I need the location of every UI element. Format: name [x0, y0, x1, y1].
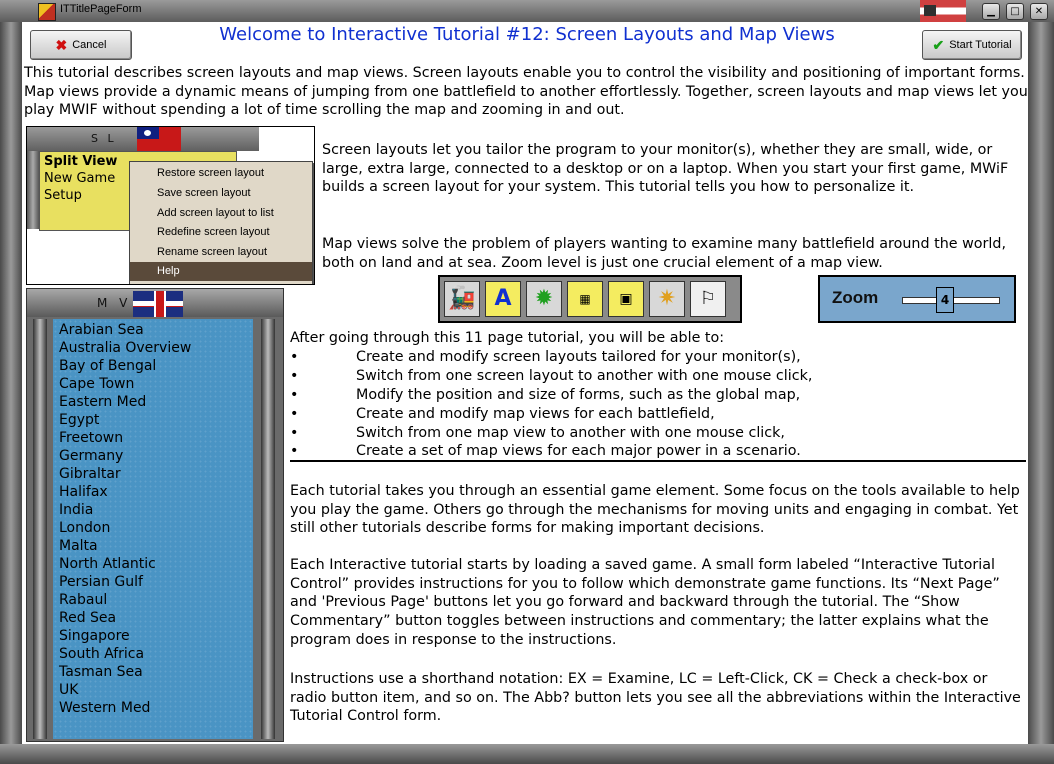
sun-icon: ✷ — [649, 281, 685, 317]
minimize-button[interactable]: ▁ — [982, 3, 1000, 20]
maximize-button[interactable]: □ — [1006, 3, 1024, 20]
cancel-label: Cancel — [72, 39, 107, 51]
title-bar: ITTitlePageForm ▁ □ ✕ — [0, 0, 1054, 23]
window-frame-right — [1028, 22, 1054, 764]
map-view-rail — [261, 319, 275, 739]
map-view-list: Arabian Sea Australia Overview Bay of Beng… — [53, 319, 253, 739]
section-divider — [290, 460, 1026, 462]
after-paragraph: After going through this 11 page tutoria… — [290, 330, 725, 346]
map-view-item: Eastern Med — [59, 394, 147, 410]
map-view-item: Freetown — [59, 430, 124, 446]
context-menu-item: Restore screen layout — [157, 167, 264, 179]
mapviews-paragraph: Map views solve the problem of players w… — [322, 236, 1007, 271]
split-view-image: S L Split View New Game Setup Restore sc… — [26, 126, 315, 285]
grid-2-icon: ▣ — [608, 281, 644, 317]
app-icon — [38, 3, 56, 21]
intro-paragraph: This tutorial describes screen layouts a… — [24, 65, 1028, 119]
letter-a-icon: A — [485, 281, 521, 317]
window-frame-left — [0, 22, 22, 764]
map-view-item: Rabaul — [59, 592, 108, 608]
map-view-item: Red Sea — [59, 610, 117, 626]
map-view-item: Malta — [59, 538, 98, 554]
page-title: Welcome to Interactive Tutorial #12: Scr… — [219, 24, 835, 45]
map-view-image: M V Arabian Sea Australia Overview Bay of … — [26, 288, 284, 742]
gear-icon: ✹ — [526, 281, 562, 317]
close-button[interactable]: ✕ — [1030, 3, 1048, 20]
map-view-item: South Africa — [59, 646, 145, 662]
context-menu-item: Help — [130, 262, 312, 281]
map-view-item: UK — [59, 682, 79, 698]
cancel-button[interactable]: ✖ Cancel — [30, 30, 132, 60]
split-view-rail — [27, 151, 39, 229]
context-menu-item: Save screen layout — [157, 187, 251, 199]
context-menu-item: Rename screen layout — [157, 246, 268, 258]
zoom-label: Zoom — [832, 288, 879, 307]
map-view-item: North Atlantic — [59, 556, 156, 572]
map-view-item: Western Med — [59, 700, 151, 716]
map-view-item: India — [59, 502, 94, 518]
train-icon: 🚂 — [444, 281, 480, 317]
checkmark-icon: ✔ — [932, 36, 945, 53]
map-view-caption: M V — [97, 296, 132, 310]
zoom-control-image: Zoom 4 — [818, 275, 1016, 323]
map-view-item: Bay of Bengal — [59, 358, 157, 374]
window-title: ITTitlePageForm — [60, 3, 142, 15]
split-view-item: Setup — [44, 188, 82, 203]
context-menu: Restore screen layout Save screen layout… — [129, 161, 313, 284]
map-view-item: Cape Town — [59, 376, 135, 392]
map-view-item: Tasman Sea — [59, 664, 143, 680]
map-view-item: Singapore — [59, 628, 130, 644]
map-view-titlebar: M V — [27, 289, 283, 317]
grid-1-icon: ▦ — [567, 281, 603, 317]
map-view-item: Halifax — [59, 484, 108, 500]
layouts-paragraph: Screen layouts let you tailor the progra… — [322, 142, 1009, 196]
each-tutorial-paragraph: Each tutorial takes you through an essen… — [290, 483, 1020, 537]
map-toolbar-image: 🚂 A ✹ ▦ ▣ ✷ ⚐ — [438, 275, 742, 323]
close-icon: ✖ — [55, 36, 68, 53]
map-view-item: Germany — [59, 448, 124, 464]
split-view-item: New Game — [44, 171, 116, 186]
map-view-item: Persian Gulf — [59, 574, 143, 590]
split-view-titlebar: S L — [27, 127, 259, 151]
start-tutorial-button[interactable]: ✔ Start Tutorial — [922, 30, 1022, 60]
zoom-thumb: 4 — [936, 287, 954, 313]
split-view-caption: S L — [91, 132, 117, 145]
map-view-item: Egypt — [59, 412, 100, 428]
context-menu-item: Redefine screen layout — [157, 226, 270, 238]
window-frame-bottom — [0, 744, 1054, 764]
map-view-item: Gibraltar — [59, 466, 121, 482]
instructions-paragraph: Instructions use a shorthand notation: E… — [290, 671, 1021, 725]
flag-icon — [920, 0, 966, 22]
flag-icon — [133, 291, 183, 317]
start-tutorial-label: Start Tutorial — [949, 39, 1012, 51]
split-view-item: Split View — [44, 154, 118, 169]
map-view-item: Australia Overview — [59, 340, 192, 356]
map-view-rail — [33, 319, 47, 739]
tutorial-content: ✖ Cancel ✔ Start Tutorial Welcome to Int… — [22, 22, 1028, 744]
map-view-item: Arabian Sea — [59, 322, 144, 338]
flag-icon — [137, 127, 181, 151]
interactive-paragraph: Each Interactive tutorial starts by load… — [290, 557, 1000, 648]
context-menu-item: Add screen layout to list — [157, 207, 274, 219]
map-view-item: London — [59, 520, 111, 536]
flag-icon: ⚐ — [690, 281, 726, 317]
